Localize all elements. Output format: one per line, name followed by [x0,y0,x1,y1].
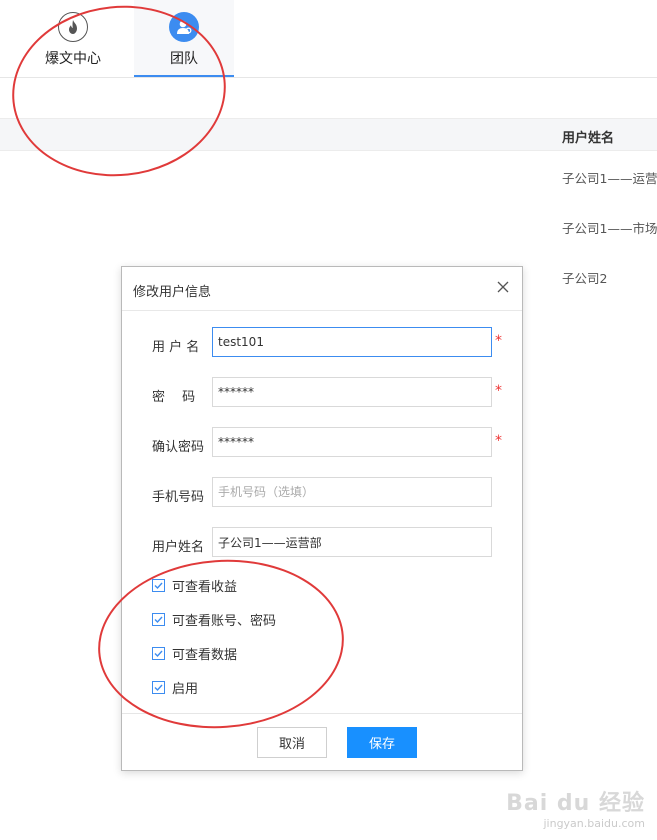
table-header: 用户姓名 [0,118,657,151]
flame-icon [58,12,88,42]
checkbox-checked-icon[interactable] [152,680,165,694]
watermark-logo: Bai du 经验 [506,791,645,816]
divider [122,713,522,714]
divider [122,310,522,311]
table-cell: 子公司1——运营部 [562,171,657,186]
password-input[interactable] [212,377,492,407]
username-input[interactable] [212,327,492,357]
checkbox-label: 可查看收益 [172,579,238,595]
phone-input[interactable] [212,477,492,507]
checkbox-enable[interactable]: 启用 [152,678,199,697]
phone-label: 手机号码 [152,490,205,505]
tab-explode-center[interactable]: 爆文中心 [28,0,118,78]
realname-input[interactable] [212,527,492,557]
checkbox-checked-icon[interactable] [152,646,165,660]
realname-label: 用户姓名 [152,540,205,555]
table-cell: 子公司2 [562,271,608,286]
checkbox-label: 可查看账号、密码 [172,613,277,629]
tab-label: 爆文中心 [45,51,101,67]
required-mark: * [495,383,502,399]
edit-user-dialog: 修改用户信息 用 户 名 * 密 码 * 确认密码 * 手机号码 用户姓名 可查… [121,266,523,771]
tab-label: 团队 [170,51,198,67]
confirm-password-input[interactable] [212,427,492,457]
watermark-url: jingyan.baidu.com [543,817,645,830]
table-cell: 子公司1——市场部 [562,221,657,236]
team-icon [169,12,199,42]
dialog-title: 修改用户信息 [133,285,212,300]
checkbox-label: 可查看数据 [172,647,238,663]
confirm-password-label: 确认密码 [152,440,205,455]
checkbox-view-account-password[interactable]: 可查看账号、密码 [152,610,277,629]
close-icon[interactable] [495,279,511,295]
checkbox-view-earnings[interactable]: 可查看收益 [152,576,238,595]
checkbox-checked-icon[interactable] [152,612,165,626]
password-label: 密 码 [152,390,196,405]
tab-team[interactable]: 团队 [134,0,234,77]
required-mark: * [495,433,502,449]
checkbox-view-data[interactable]: 可查看数据 [152,644,238,663]
username-label: 用 户 名 [152,340,200,355]
checkbox-checked-icon[interactable] [152,578,165,592]
save-button[interactable]: 保存 [347,727,417,758]
baidu-watermark: Bai du 经验 jingyan.baidu.com [506,785,645,830]
column-header-username: 用户姓名 [562,131,615,146]
top-navigation: 爆文中心 团队 [0,0,657,78]
checkbox-label: 启用 [172,681,199,697]
required-mark: * [495,333,502,349]
cancel-button[interactable]: 取消 [257,727,327,758]
